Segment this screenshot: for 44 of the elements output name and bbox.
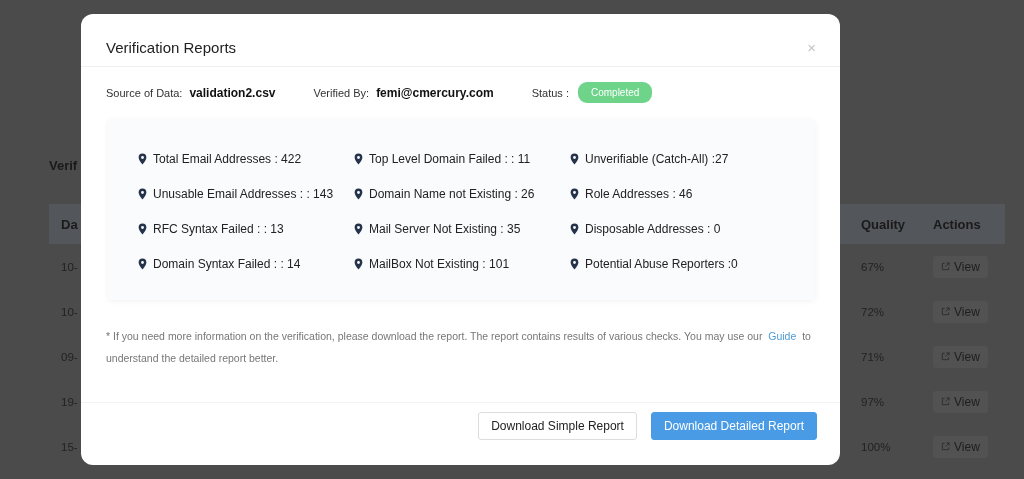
map-pin-icon xyxy=(138,258,147,270)
stat-text: Mail Server Not Existing : 35 xyxy=(369,222,521,236)
verified-value: femi@cmercury.com xyxy=(376,85,494,100)
source-value: validation2.csv xyxy=(189,85,276,100)
modal-title: Verification Reports xyxy=(106,38,237,56)
stat-text: Role Addresses : 46 xyxy=(585,187,693,201)
stat-text: Unusable Email Addresses : : 143 xyxy=(153,187,334,201)
column-header: Da xyxy=(60,216,79,232)
stat-text: Disposable Addresses : 0 xyxy=(585,222,721,236)
column-header: Actions xyxy=(933,216,982,232)
external-link-icon xyxy=(941,352,950,361)
map-pin-icon xyxy=(138,223,147,235)
download-detailed-button[interactable]: Download Detailed Report xyxy=(650,412,817,440)
source-label: Source of Data: xyxy=(106,86,183,99)
map-pin-icon xyxy=(354,223,363,235)
map-pin-icon xyxy=(570,188,579,200)
map-pin-icon xyxy=(354,188,363,200)
map-pin-icon xyxy=(570,258,579,270)
download-simple-button[interactable]: Download Simple Report xyxy=(478,412,637,440)
stat-text: Potential Abuse Reporters :0 xyxy=(585,257,738,271)
guide-link[interactable]: Guide xyxy=(768,330,797,342)
map-pin-icon xyxy=(570,153,579,165)
map-pin-icon xyxy=(354,258,363,270)
column-header: Quality xyxy=(861,216,907,232)
stat-text: Unverifiable (Catch-All) :27 xyxy=(585,152,729,166)
stat-text: RFC Syntax Failed : : 13 xyxy=(153,222,284,236)
stat-text: Domain Name not Existing : 26 xyxy=(369,187,535,201)
map-pin-icon xyxy=(138,153,147,165)
stat-text: MailBox Not Existing : 101 xyxy=(369,257,510,271)
map-pin-icon xyxy=(570,223,579,235)
external-link-icon xyxy=(941,307,950,316)
stat-text: Total Email Addresses : 422 xyxy=(153,152,302,166)
status-badge: Completed xyxy=(577,82,653,103)
stat-text: Top Level Domain Failed : : 11 xyxy=(369,152,531,166)
external-link-icon xyxy=(941,442,950,451)
external-link-icon xyxy=(941,262,950,271)
map-pin-icon xyxy=(138,188,147,200)
verified-label: Verified By: xyxy=(313,86,370,99)
stat-text: Domain Syntax Failed : : 14 xyxy=(153,257,301,271)
external-link-icon xyxy=(941,397,950,406)
status-label: Status : xyxy=(531,86,569,99)
close-button[interactable]: × xyxy=(807,38,816,56)
info-note: * If you need more information on the verification, please download the report. The report contains results of various checks. You may use our Guide to understand the detailed report better. xyxy=(106,329,812,366)
map-pin-icon xyxy=(354,153,363,165)
